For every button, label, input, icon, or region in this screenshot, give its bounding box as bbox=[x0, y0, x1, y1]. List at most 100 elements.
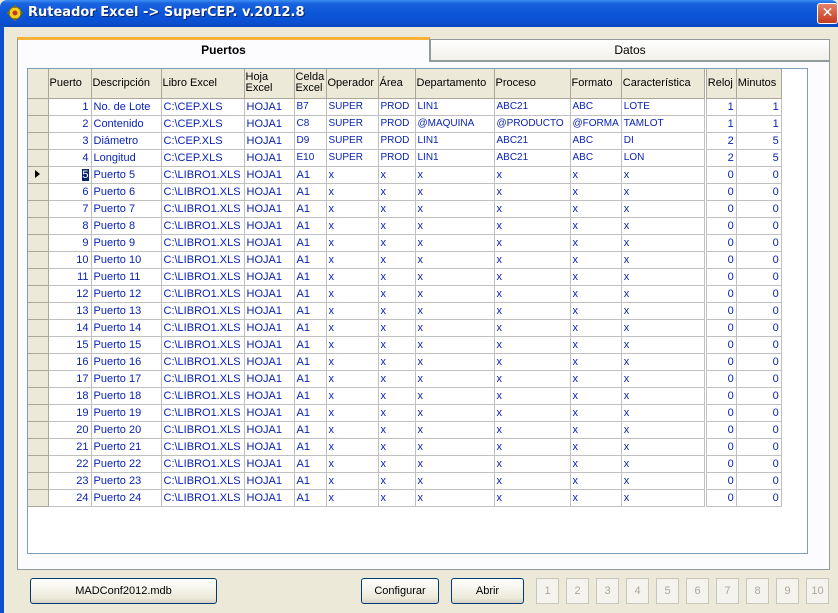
table-row[interactable]: 11 Puerto 11 C:\LIBRO1.XLS HOJA1 A1 x x x x x x 0 0 bbox=[28, 268, 782, 286]
grid-cell[interactable]: C:\LIBRO1.XLS bbox=[161, 438, 245, 456]
grid-cell[interactable]: 9 bbox=[48, 234, 92, 252]
grid-cell[interactable]: 0 bbox=[705, 319, 737, 337]
row-selector[interactable] bbox=[28, 98, 49, 116]
table-row[interactable]: 15 Puerto 15 C:\LIBRO1.XLS HOJA1 A1 x x x x x x 0 0 bbox=[28, 336, 782, 354]
grid-cell[interactable]: HOJA1 bbox=[244, 455, 295, 473]
column-header[interactable]: Característica bbox=[621, 69, 707, 99]
grid-cell[interactable]: TAMLOT bbox=[621, 115, 707, 133]
grid-cell[interactable]: C:\LIBRO1.XLS bbox=[161, 370, 245, 388]
grid-cell[interactable]: x bbox=[326, 404, 379, 422]
grid-cell[interactable]: C:\LIBRO1.XLS bbox=[161, 217, 245, 235]
grid-cell[interactable]: @PRODUCTO bbox=[494, 115, 571, 133]
grid-cell[interactable]: x bbox=[378, 251, 416, 269]
grid-cell[interactable]: 0 bbox=[736, 353, 782, 371]
grid-cell[interactable]: 0 bbox=[705, 370, 737, 388]
grid-cell[interactable]: Puerto 8 bbox=[91, 217, 162, 235]
grid-cell[interactable]: E10 bbox=[294, 149, 327, 167]
grid-cell[interactable]: 5 bbox=[736, 132, 782, 150]
row-selector[interactable] bbox=[28, 268, 49, 286]
grid-cell[interactable]: C:\LIBRO1.XLS bbox=[161, 387, 245, 405]
grid-cell[interactable]: x bbox=[326, 166, 379, 184]
grid-cell[interactable]: LIN1 bbox=[415, 149, 495, 167]
grid-cell[interactable]: x bbox=[570, 234, 622, 252]
grid-cell[interactable]: A1 bbox=[294, 200, 327, 218]
grid-cell[interactable]: SUPER bbox=[326, 132, 379, 150]
grid-cell[interactable]: 5 bbox=[48, 166, 92, 184]
grid-cell[interactable]: A1 bbox=[294, 489, 327, 507]
table-row[interactable]: 24 Puerto 24 C:\LIBRO1.XLS HOJA1 A1 x x x x x x 0 0 bbox=[28, 489, 782, 507]
grid-cell[interactable]: C:\LIBRO1.XLS bbox=[161, 353, 245, 371]
grid-cell[interactable]: 0 bbox=[736, 336, 782, 354]
grid-cell[interactable]: x bbox=[494, 200, 571, 218]
grid-cell[interactable]: 11 bbox=[48, 268, 92, 286]
grid-cell[interactable]: 0 bbox=[736, 438, 782, 456]
grid-cell[interactable]: x bbox=[415, 319, 495, 337]
grid-cell[interactable]: LIN1 bbox=[415, 98, 495, 116]
row-selector[interactable] bbox=[28, 115, 49, 133]
grid-cell[interactable]: x bbox=[326, 387, 379, 405]
grid-cell[interactable]: x bbox=[415, 200, 495, 218]
grid-cell[interactable]: HOJA1 bbox=[244, 251, 295, 269]
grid-cell[interactable]: C:\LIBRO1.XLS bbox=[161, 200, 245, 218]
grid-cell[interactable]: 10 bbox=[48, 251, 92, 269]
grid-cell[interactable]: HOJA1 bbox=[244, 149, 295, 167]
grid-cell[interactable]: Puerto 19 bbox=[91, 404, 162, 422]
grid-cell[interactable]: x bbox=[494, 302, 571, 320]
grid-cell[interactable]: x bbox=[570, 455, 622, 473]
table-row[interactable]: 10 Puerto 10 C:\LIBRO1.XLS HOJA1 A1 x x x x x x 0 0 bbox=[28, 251, 782, 269]
grid-cell[interactable]: x bbox=[415, 370, 495, 388]
grid-cell[interactable]: x bbox=[378, 489, 416, 507]
row-selector[interactable] bbox=[28, 251, 49, 269]
grid-cell[interactable]: DI bbox=[621, 132, 707, 150]
grid-cell[interactable]: Puerto 13 bbox=[91, 302, 162, 320]
grid-cell[interactable]: A1 bbox=[294, 370, 327, 388]
grid-cell[interactable]: ABC21 bbox=[494, 98, 571, 116]
grid-cell[interactable]: Puerto 17 bbox=[91, 370, 162, 388]
port-button-8[interactable]: 8 bbox=[746, 578, 769, 604]
column-header[interactable]: Libro Excel bbox=[161, 69, 245, 99]
grid-cell[interactable]: 1 bbox=[736, 98, 782, 116]
grid-cell[interactable]: x bbox=[415, 387, 495, 405]
grid-cell[interactable]: 0 bbox=[705, 166, 737, 184]
port-button-10[interactable]: 10 bbox=[806, 578, 829, 604]
grid-cell[interactable]: C:\CEP.XLS bbox=[161, 149, 245, 167]
grid-cell[interactable]: 0 bbox=[705, 421, 737, 439]
table-row[interactable]: 6 Puerto 6 C:\LIBRO1.XLS HOJA1 A1 x x x x x x 0 0 bbox=[28, 183, 782, 201]
grid-cell[interactable]: Puerto 20 bbox=[91, 421, 162, 439]
table-row[interactable]: 16 Puerto 16 C:\LIBRO1.XLS HOJA1 A1 x x x x x x 0 0 bbox=[28, 353, 782, 371]
grid-cell[interactable]: x bbox=[378, 319, 416, 337]
grid-cell[interactable]: x bbox=[570, 302, 622, 320]
table-row[interactable]: 23 Puerto 23 C:\LIBRO1.XLS HOJA1 A1 x x x x x x 0 0 bbox=[28, 472, 782, 490]
grid-cell[interactable]: 0 bbox=[705, 489, 737, 507]
column-header[interactable]: Reloj bbox=[705, 69, 737, 99]
grid-cell[interactable]: x bbox=[326, 268, 379, 286]
grid-cell[interactable]: x bbox=[494, 404, 571, 422]
grid-cell[interactable]: x bbox=[415, 455, 495, 473]
grid-cell[interactable]: x bbox=[570, 489, 622, 507]
grid-cell[interactable]: x bbox=[570, 217, 622, 235]
table-row[interactable]: 9 Puerto 9 C:\LIBRO1.XLS HOJA1 A1 x x x x x x 0 0 bbox=[28, 234, 782, 252]
grid-cell[interactable]: x bbox=[621, 489, 707, 507]
grid-cell[interactable]: A1 bbox=[294, 455, 327, 473]
grid-cell[interactable]: HOJA1 bbox=[244, 234, 295, 252]
grid-cell[interactable]: x bbox=[326, 217, 379, 235]
grid-cell[interactable]: x bbox=[378, 387, 416, 405]
grid-cell[interactable]: x bbox=[378, 183, 416, 201]
grid-cell[interactable]: HOJA1 bbox=[244, 336, 295, 354]
grid-cell[interactable]: ABC bbox=[570, 98, 622, 116]
grid-cell[interactable]: 3 bbox=[48, 132, 92, 150]
table-row[interactable]: 12 Puerto 12 C:\LIBRO1.XLS HOJA1 A1 x x x x x x 0 0 bbox=[28, 285, 782, 303]
row-selector[interactable] bbox=[28, 319, 49, 337]
port-button-3[interactable]: 3 bbox=[596, 578, 619, 604]
column-header[interactable]: Puerto bbox=[48, 69, 92, 99]
grid-cell[interactable]: A1 bbox=[294, 421, 327, 439]
grid-cell[interactable]: x bbox=[494, 421, 571, 439]
configurar-button[interactable]: Configurar bbox=[361, 578, 439, 604]
grid-cell[interactable]: x bbox=[326, 438, 379, 456]
grid-cell[interactable]: x bbox=[494, 217, 571, 235]
grid-cell[interactable]: x bbox=[621, 234, 707, 252]
grid-cell[interactable]: 1 bbox=[705, 115, 737, 133]
grid-cell[interactable]: A1 bbox=[294, 336, 327, 354]
grid-cell[interactable]: x bbox=[415, 234, 495, 252]
grid-cell[interactable]: 0 bbox=[705, 438, 737, 456]
